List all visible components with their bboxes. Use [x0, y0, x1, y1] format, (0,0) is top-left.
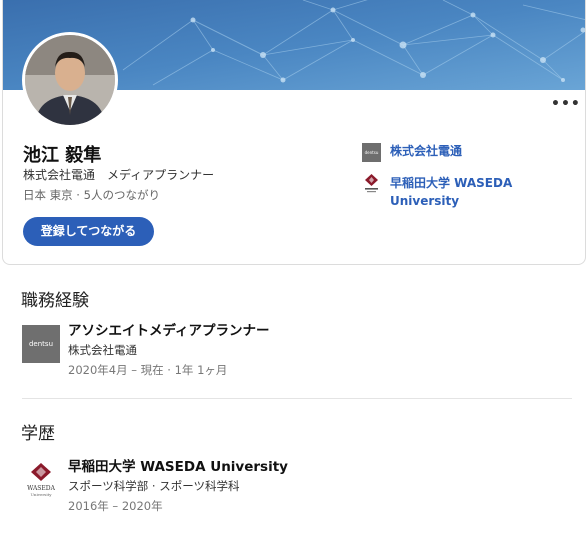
profile-name: 池江 毅隼: [23, 145, 102, 166]
dentsu-logo: dentsu: [22, 325, 60, 363]
sidebar-item-school[interactable]: 早稲田大学 WASEDA University: [362, 174, 540, 210]
education-period: 2016年 – 2020年: [68, 499, 163, 513]
avatar[interactable]: [22, 32, 118, 128]
education-school: 早稲田大学 WASEDA University: [68, 459, 288, 475]
waseda-logo-subtext: University: [31, 492, 53, 497]
sidebar-company-label: 株式会社電通: [390, 144, 463, 158]
profile-location: 日本 東京 · 5人のつながり: [23, 188, 160, 202]
education-entry[interactable]: WASEDA University 早稲田大学 WASEDA Universit…: [22, 459, 288, 515]
experience-section-title: 職務経験: [21, 291, 89, 311]
more-options-button[interactable]: •••: [551, 96, 580, 112]
education-program: スポーツ科学部 · スポーツ科学科: [68, 479, 240, 493]
waseda-logo: WASEDA University: [22, 461, 60, 499]
experience-role: アソシエイトメディアプランナー: [68, 323, 270, 339]
connect-button[interactable]: 登録してつながる: [23, 217, 154, 246]
experience-period: 2020年4月 – 現在 · 1年 1ヶ月: [68, 363, 228, 377]
section-divider: [22, 398, 572, 399]
waseda-logo-text: WASEDA: [27, 485, 56, 492]
sidebar-item-company[interactable]: dentsu 株式会社電通: [362, 143, 462, 162]
profile-card: ••• 池江 毅隼 株式会社電通 メディアプランナー 日本 東京 · 5人のつな…: [2, 0, 586, 265]
waseda-logo: [362, 174, 381, 193]
profile-photo: [25, 35, 115, 125]
sidebar-school-label: 早稲田大学 WASEDA University: [390, 176, 513, 208]
experience-entry[interactable]: dentsu アソシエイトメディアプランナー 株式会社電通 2020年4月 – …: [22, 323, 270, 379]
dentsu-logo: dentsu: [362, 143, 381, 162]
profile-headline: 株式会社電通 メディアプランナー: [23, 168, 215, 182]
experience-company: 株式会社電通: [68, 343, 137, 357]
education-section-title: 学歴: [21, 424, 55, 444]
